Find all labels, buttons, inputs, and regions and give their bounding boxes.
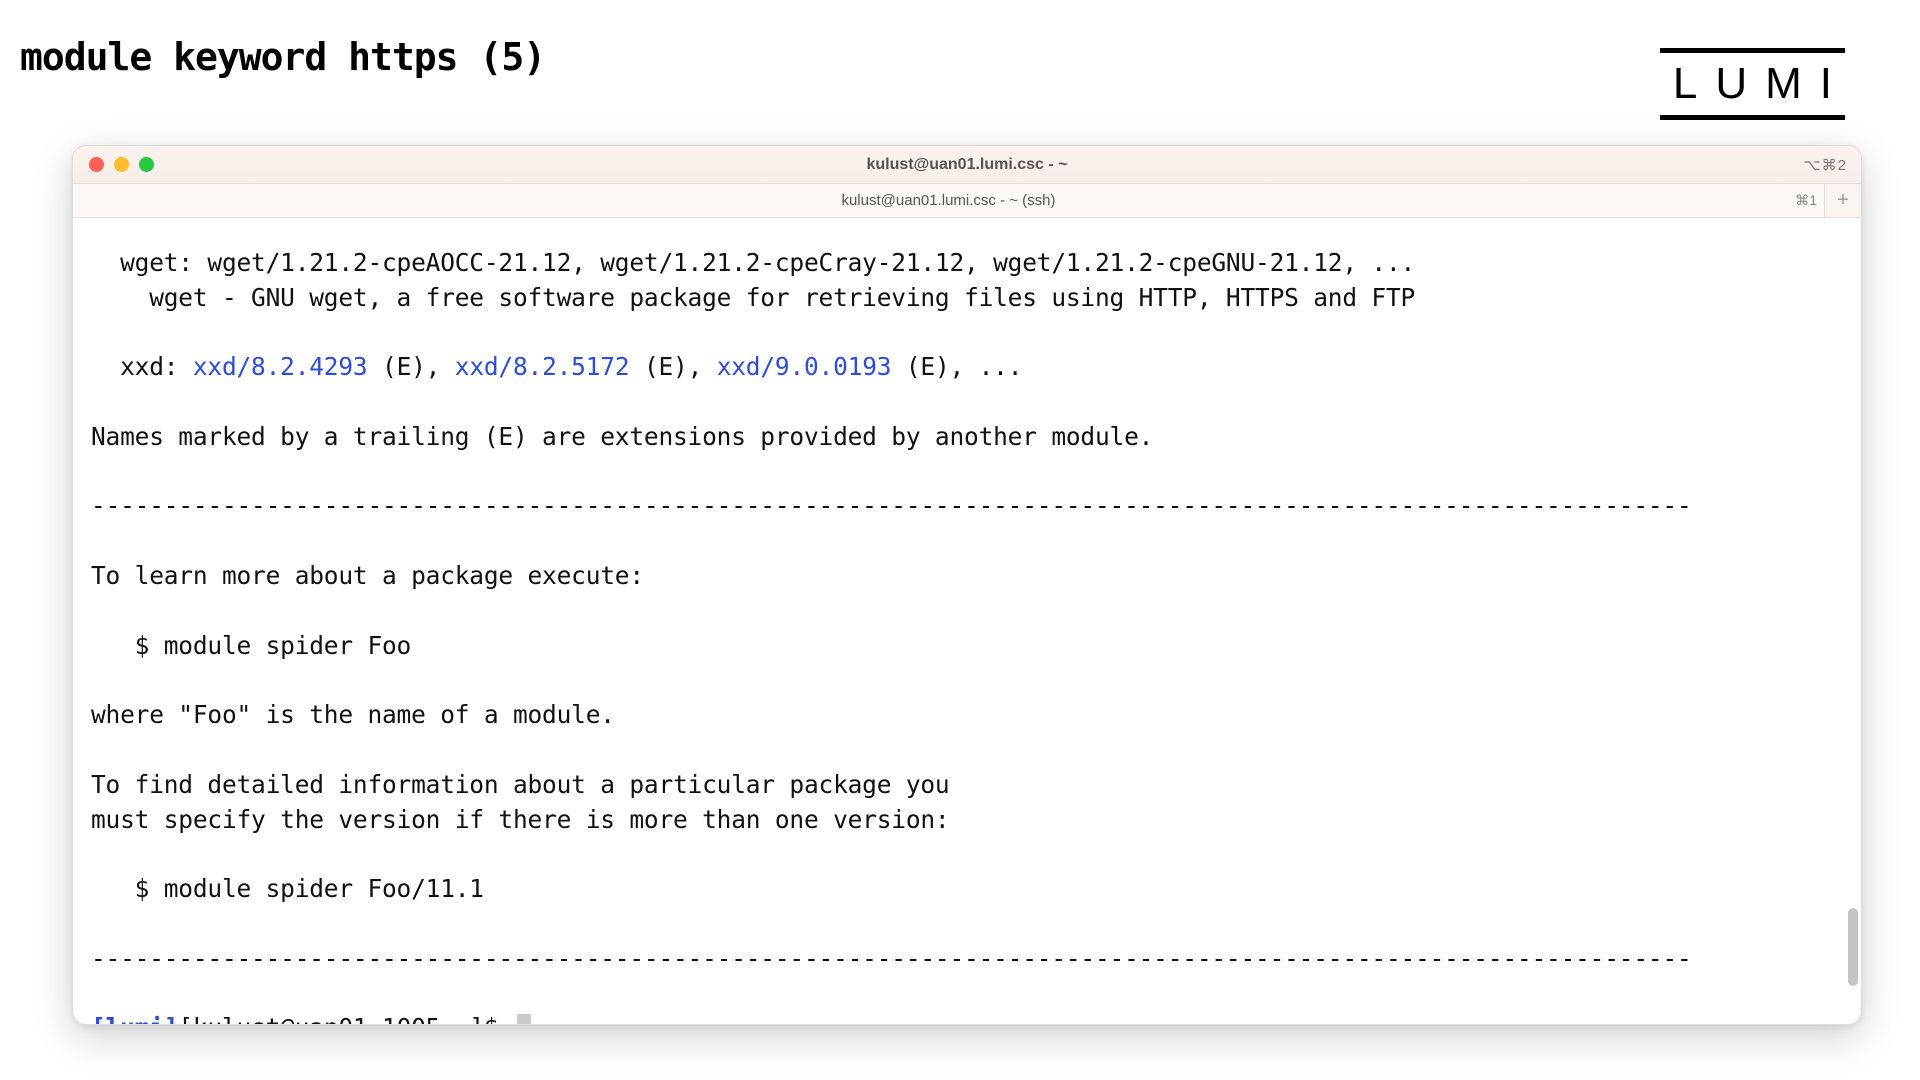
scrollbar-thumb[interactable] <box>1848 908 1858 986</box>
window-controls <box>89 157 154 172</box>
maximize-icon[interactable] <box>139 157 154 172</box>
output-divider: ----------------------------------------… <box>91 491 1692 520</box>
slide-title: module keyword https (5) <box>20 35 1900 79</box>
minimize-icon[interactable] <box>114 157 129 172</box>
terminal-window: kulust@uan01.lumi.csc - ~ ⌥⌘2 kulust@uan… <box>72 145 1862 1025</box>
output-line: To find detailed information about a par… <box>91 770 949 799</box>
output-line: wget: wget/1.21.2-cpeAOCC-21.12, wget/1.… <box>91 248 1415 277</box>
output-line: xxd: xxd/8.2.4293 (E), xxd/8.2.5172 (E),… <box>91 352 1022 381</box>
tab-label: kulust@uan01.lumi.csc - ~ (ssh) <box>841 192 1055 209</box>
logo-letter: M <box>1765 59 1802 109</box>
module-version-link: xxd/8.2.5172 <box>455 352 630 381</box>
terminal-output[interactable]: wget: wget/1.21.2-cpeAOCC-21.12, wget/1.… <box>73 218 1861 1024</box>
output-line: $ module spider Foo/11.1 <box>91 874 484 903</box>
prompt-host: [lumi] <box>91 1013 178 1024</box>
tab-shortcut-hint: ⌘1 <box>1795 192 1817 209</box>
window-shortcut-hint: ⌥⌘2 <box>1803 156 1847 174</box>
logo-letter: U <box>1715 59 1747 109</box>
new-tab-button[interactable]: + <box>1825 184 1861 217</box>
output-line: must specify the version if there is mor… <box>91 805 949 834</box>
output-line: $ module spider Foo <box>91 631 411 660</box>
prompt-path: [kulust@uan01-1005 ~]$ <box>178 1013 513 1024</box>
lumi-logo: LUMI <box>1660 48 1845 120</box>
output-line: wget - GNU wget, a free software package… <box>91 283 1415 312</box>
output-divider: ----------------------------------------… <box>91 944 1692 973</box>
cursor-icon <box>517 1014 531 1024</box>
tab-ssh-session[interactable]: kulust@uan01.lumi.csc - ~ (ssh) <box>73 184 1825 217</box>
logo-letter: L <box>1673 59 1697 109</box>
output-line: where "Foo" is the name of a module. <box>91 700 615 729</box>
output-line: To learn more about a package execute: <box>91 561 644 590</box>
window-titlebar: kulust@uan01.lumi.csc - ~ ⌥⌘2 <box>73 146 1861 184</box>
logo-letter: I <box>1820 59 1832 109</box>
window-title: kulust@uan01.lumi.csc - ~ <box>867 156 1068 174</box>
prompt-line: [lumi][kulust@uan01-1005 ~]$ <box>91 1013 531 1024</box>
module-version-link: xxd/9.0.0193 <box>717 352 892 381</box>
module-version-link: xxd/8.2.4293 <box>193 352 368 381</box>
tab-bar: kulust@uan01.lumi.csc - ~ (ssh) ⌘1 + <box>73 184 1861 218</box>
output-line: Names marked by a trailing (E) are exten… <box>91 422 1153 451</box>
close-icon[interactable] <box>89 157 104 172</box>
